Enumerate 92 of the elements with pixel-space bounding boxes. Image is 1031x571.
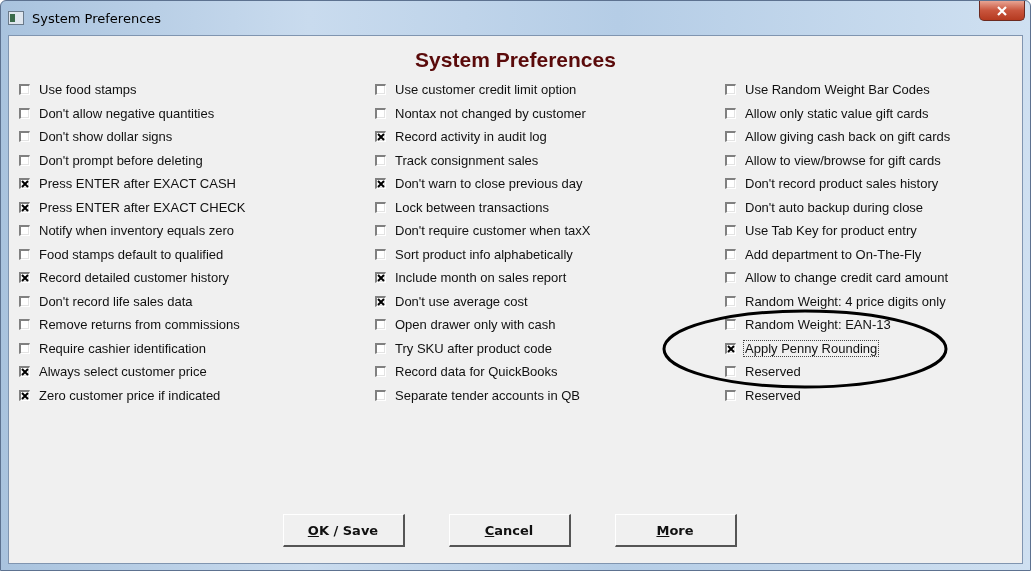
checkbox[interactable] bbox=[375, 319, 386, 331]
checkbox[interactable] bbox=[19, 389, 30, 401]
option-label: Try SKU after product code bbox=[394, 339, 554, 357]
window-title: System Preferences bbox=[32, 10, 162, 26]
checkbox[interactable] bbox=[725, 107, 736, 119]
option-label: Zero customer price if indicated bbox=[38, 386, 222, 404]
checkbox[interactable] bbox=[19, 366, 30, 378]
option-label: Allow giving cash back on gift cards bbox=[744, 128, 952, 146]
close-icon bbox=[996, 5, 1008, 16]
checkbox[interactable] bbox=[725, 366, 736, 378]
option-label: Reserved bbox=[744, 386, 802, 404]
option-label: Sort product info alphabetically bbox=[394, 245, 574, 263]
checkbox[interactable] bbox=[375, 295, 386, 307]
option-label: Always select customer price bbox=[38, 363, 208, 381]
checkbox[interactable] bbox=[375, 248, 386, 260]
option-label: Allow only static value gift cards bbox=[744, 104, 930, 122]
checkbox[interactable] bbox=[19, 178, 30, 190]
option-label: Press ENTER after EXACT CHECK bbox=[38, 198, 247, 216]
option-label: Use Random Weight Bar Codes bbox=[744, 81, 931, 99]
option-label: Apply Penny Rounding bbox=[743, 339, 880, 357]
checkbox[interactable] bbox=[725, 131, 736, 143]
option-label: Include month on sales report bbox=[394, 269, 568, 287]
close-button[interactable] bbox=[979, 1, 1025, 21]
checkbox[interactable] bbox=[375, 389, 386, 401]
option-label: Record activity in audit log bbox=[394, 128, 548, 146]
checkbox[interactable] bbox=[725, 389, 736, 401]
checkbox[interactable] bbox=[375, 225, 386, 237]
checkbox[interactable] bbox=[19, 131, 30, 143]
option-label: Random Weight: EAN-13 bbox=[744, 316, 892, 334]
checkbox[interactable] bbox=[19, 225, 30, 237]
checkbox[interactable] bbox=[19, 154, 30, 166]
option-label: Notify when inventory equals zero bbox=[38, 222, 236, 240]
checkbox[interactable] bbox=[725, 319, 736, 331]
dialog-heading: System Preferences bbox=[415, 48, 616, 72]
checkbox[interactable] bbox=[19, 319, 30, 331]
option-label: Don't auto backup during close bbox=[744, 198, 925, 216]
option-label: Don't prompt before deleting bbox=[38, 151, 204, 169]
option-label: Don't record product sales history bbox=[744, 175, 940, 193]
checkbox[interactable] bbox=[375, 131, 386, 143]
option-label: Remove returns from commissions bbox=[38, 316, 241, 334]
option-label: Open drawer only with cash bbox=[394, 316, 557, 334]
checkbox[interactable] bbox=[375, 84, 386, 96]
option-label: Use food stamps bbox=[38, 81, 138, 99]
option-label: Nontax not changed by customer bbox=[394, 104, 587, 122]
checkbox[interactable] bbox=[725, 201, 736, 213]
option-label: Don't use average cost bbox=[394, 292, 529, 310]
option-label: Add department to On-The-Fly bbox=[744, 245, 923, 263]
checkbox[interactable] bbox=[375, 272, 386, 284]
checkbox[interactable] bbox=[19, 248, 30, 260]
checkbox[interactable] bbox=[19, 84, 30, 96]
option-label: Don't record life sales data bbox=[38, 292, 194, 310]
checkbox[interactable] bbox=[725, 342, 736, 354]
option-label: Separate tender accounts in QB bbox=[394, 386, 581, 404]
option-label: Don't show dollar signs bbox=[38, 128, 174, 146]
checkbox[interactable] bbox=[19, 201, 30, 213]
option-label: Random Weight: 4 price digits only bbox=[744, 292, 947, 310]
checkbox[interactable] bbox=[725, 84, 736, 96]
checkbox[interactable] bbox=[725, 225, 736, 237]
checkbox[interactable] bbox=[19, 342, 30, 354]
checkbox[interactable] bbox=[19, 107, 30, 119]
option-label: Reserved bbox=[744, 363, 802, 381]
checkbox[interactable] bbox=[375, 366, 386, 378]
checkbox[interactable] bbox=[725, 272, 736, 284]
option-label: Don't require customer when taxX bbox=[394, 222, 592, 240]
dialog-button[interactable]: OK / Save bbox=[282, 514, 405, 547]
option-label: Record detailed customer history bbox=[38, 269, 231, 287]
option-label: Don't warn to close previous day bbox=[394, 175, 584, 193]
dialog-button[interactable]: Cancel bbox=[448, 514, 571, 547]
option-label: Require cashier identification bbox=[38, 339, 207, 357]
checkbox[interactable] bbox=[375, 342, 386, 354]
option-label: Record data for QuickBooks bbox=[394, 363, 559, 381]
checkbox[interactable] bbox=[375, 107, 386, 119]
window-icon bbox=[8, 11, 24, 25]
option-label: Track consignment sales bbox=[394, 151, 540, 169]
checkbox[interactable] bbox=[19, 295, 30, 307]
checkbox[interactable] bbox=[725, 295, 736, 307]
option-label: Lock between transactions bbox=[394, 198, 550, 216]
checkbox[interactable] bbox=[725, 154, 736, 166]
option-label: Use Tab Key for product entry bbox=[744, 222, 918, 240]
option-label: Don't allow negative quantities bbox=[38, 104, 216, 122]
checkbox[interactable] bbox=[725, 248, 736, 260]
dialog-button[interactable]: More bbox=[614, 514, 737, 547]
checkbox[interactable] bbox=[375, 154, 386, 166]
option-label: Allow to change credit card amount bbox=[744, 269, 950, 287]
checkbox[interactable] bbox=[375, 201, 386, 213]
checkbox[interactable] bbox=[725, 178, 736, 190]
checkbox[interactable] bbox=[19, 272, 30, 284]
option-label: Food stamps default to qualified bbox=[38, 245, 225, 263]
checkbox[interactable] bbox=[375, 178, 386, 190]
option-label: Press ENTER after EXACT CASH bbox=[38, 175, 237, 193]
option-label: Use customer credit limit option bbox=[394, 81, 578, 99]
option-label: Allow to view/browse for gift cards bbox=[744, 151, 942, 169]
